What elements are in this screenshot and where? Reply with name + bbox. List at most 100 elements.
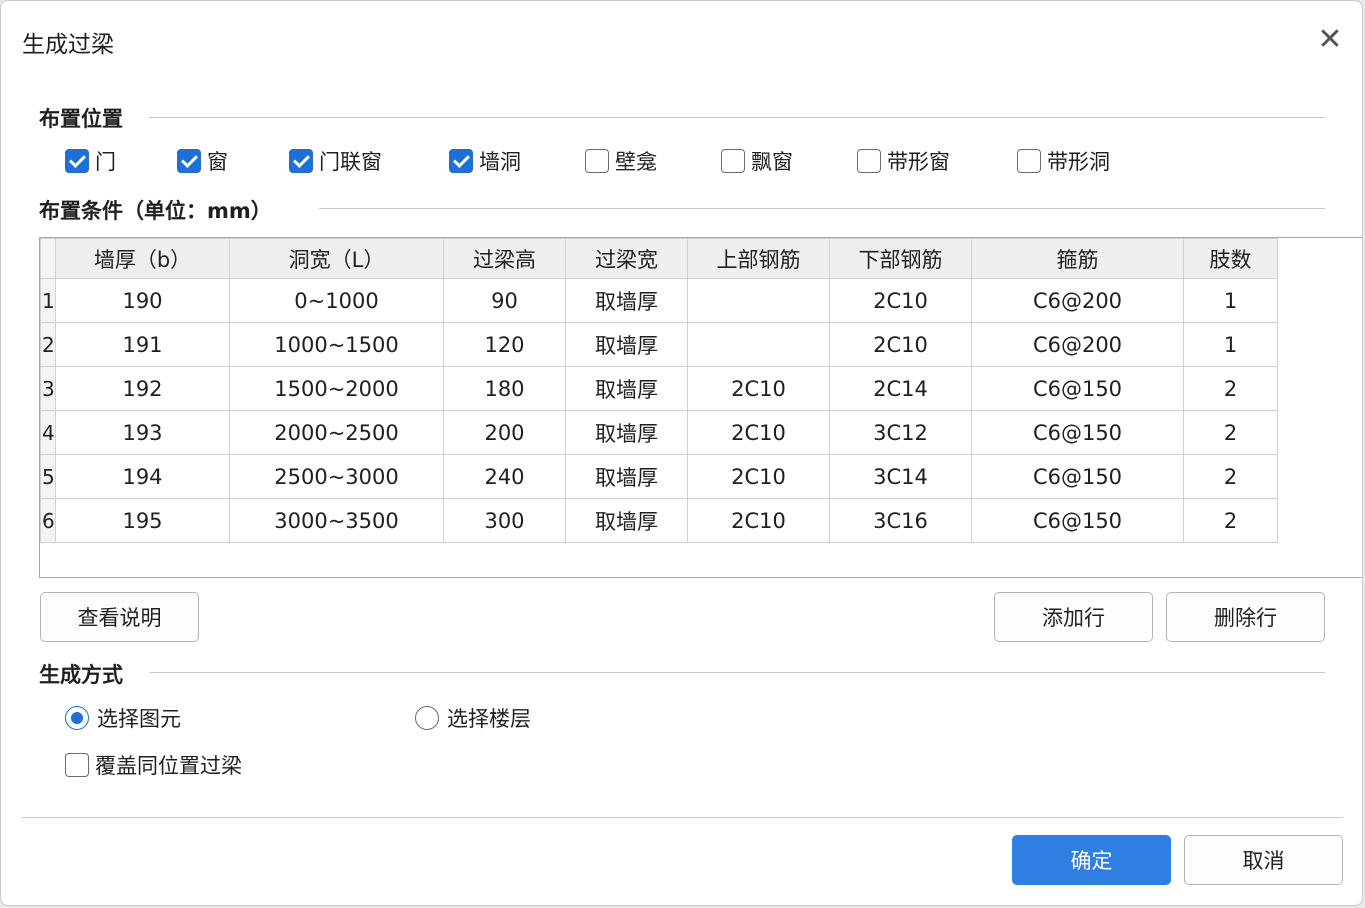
column-header[interactable]: 墙厚（b）: [55, 238, 230, 279]
checkbox-niche[interactable]: 壁龛: [585, 145, 657, 177]
table-cell[interactable]: C6@200: [971, 322, 1184, 367]
checkbox-door-window-box[interactable]: [289, 149, 313, 173]
checkbox-door[interactable]: 门: [65, 145, 116, 177]
table-cell[interactable]: 2C10: [829, 322, 972, 367]
dialog-title: 生成过梁: [22, 32, 114, 58]
column-header[interactable]: 过梁高: [443, 238, 566, 279]
table-cell[interactable]: 取墙厚: [565, 498, 688, 543]
table-cell[interactable]: 194: [55, 454, 230, 499]
add-row-button[interactable]: 添加行: [994, 592, 1153, 642]
table-cell[interactable]: 取墙厚: [565, 454, 688, 499]
table-cell[interactable]: 195: [55, 498, 230, 543]
checkbox-overwrite[interactable]: 覆盖同位置过梁: [65, 749, 242, 781]
close-icon[interactable]: ✕: [1313, 25, 1347, 59]
table-cell[interactable]: C6@200: [971, 278, 1184, 323]
checkbox-strip-opening-box[interactable]: [1017, 149, 1041, 173]
table-cell[interactable]: 取墙厚: [565, 322, 688, 367]
table-row[interactable]: 5 194 2500~3000 240 取墙厚 2C10 3C14 C6@150…: [40, 454, 1278, 499]
table-cell[interactable]: 3C16: [829, 498, 972, 543]
table-cell[interactable]: 2: [1183, 454, 1278, 499]
table-cell[interactable]: 3000~3500: [229, 498, 444, 543]
table-row[interactable]: 3 192 1500~2000 180 取墙厚 2C10 2C14 C6@150…: [40, 366, 1278, 411]
row-number[interactable]: 5: [40, 454, 56, 499]
table-cell[interactable]: 1500~2000: [229, 366, 444, 411]
checkbox-window-box[interactable]: [177, 149, 201, 173]
checkbox-bay-window-box[interactable]: [721, 149, 745, 173]
checkbox-wall-opening-box[interactable]: [449, 149, 473, 173]
conditions-table[interactable]: 墙厚（b） 洞宽（L） 过梁高 过梁宽 上部钢筋 下部钢筋 箍筋 肢数 1 19…: [39, 237, 1362, 578]
checkbox-door-window[interactable]: 门联窗: [289, 145, 382, 177]
table-cell[interactable]: 0~1000: [229, 278, 444, 323]
checkbox-window[interactable]: 窗: [177, 145, 228, 177]
row-number[interactable]: 2: [40, 322, 56, 367]
conditions-section-label: 布置条件（单位：mm）: [39, 199, 272, 223]
table-cell[interactable]: 190: [55, 278, 230, 323]
radio-select-floor[interactable]: 选择楼层: [415, 703, 531, 733]
row-number[interactable]: 1: [40, 278, 56, 323]
table-cell[interactable]: 取墙厚: [565, 278, 688, 323]
checkbox-strip-opening[interactable]: 带形洞: [1017, 145, 1110, 177]
placement-divider: [149, 117, 1325, 118]
table-cell[interactable]: 取墙厚: [565, 366, 688, 411]
checkbox-overwrite-box[interactable]: [65, 753, 89, 777]
table-cell[interactable]: 120: [443, 322, 566, 367]
table-cell[interactable]: 1: [1183, 322, 1278, 367]
table-cell[interactable]: C6@150: [971, 498, 1184, 543]
checkbox-wall-opening[interactable]: 墙洞: [449, 145, 521, 177]
table-cell[interactable]: 2C10: [687, 366, 830, 411]
radio-select-element[interactable]: 选择图元: [65, 703, 181, 733]
table-cell[interactable]: [687, 278, 830, 323]
table-cell[interactable]: 2: [1183, 410, 1278, 455]
table-cell[interactable]: 90: [443, 278, 566, 323]
table-cell[interactable]: 3C12: [829, 410, 972, 455]
table-cell[interactable]: 2500~3000: [229, 454, 444, 499]
table-cell[interactable]: 2C10: [687, 454, 830, 499]
checkbox-strip-window-box[interactable]: [857, 149, 881, 173]
row-number[interactable]: 4: [40, 410, 56, 455]
radio-select-element-dot[interactable]: [65, 706, 89, 730]
table-cell[interactable]: 2C10: [687, 410, 830, 455]
checkbox-strip-window[interactable]: 带形窗: [857, 145, 950, 177]
table-cell[interactable]: 2: [1183, 498, 1278, 543]
table-row[interactable]: 1 190 0~1000 90 取墙厚 2C10 C6@200 1: [40, 278, 1278, 323]
cancel-button[interactable]: 取消: [1184, 835, 1343, 885]
table-cell[interactable]: C6@150: [971, 410, 1184, 455]
delete-row-button[interactable]: 删除行: [1166, 592, 1325, 642]
table-cell[interactable]: 192: [55, 366, 230, 411]
table-row[interactable]: 2 191 1000~1500 120 取墙厚 2C10 C6@200 1: [40, 322, 1278, 367]
table-cell[interactable]: 180: [443, 366, 566, 411]
table-cell[interactable]: 3C14: [829, 454, 972, 499]
table-cell[interactable]: 2C14: [829, 366, 972, 411]
ok-button[interactable]: 确定: [1012, 835, 1171, 885]
table-cell[interactable]: C6@150: [971, 366, 1184, 411]
checkbox-niche-box[interactable]: [585, 149, 609, 173]
row-number[interactable]: 3: [40, 366, 56, 411]
table-cell[interactable]: 191: [55, 322, 230, 367]
row-number[interactable]: 6: [40, 498, 56, 543]
checkbox-bay-window[interactable]: 飘窗: [721, 145, 793, 177]
table-cell[interactable]: 2: [1183, 366, 1278, 411]
column-header[interactable]: 肢数: [1183, 238, 1278, 279]
table-cell[interactable]: 1000~1500: [229, 322, 444, 367]
table-cell[interactable]: 取墙厚: [565, 410, 688, 455]
table-cell[interactable]: 2C10: [687, 498, 830, 543]
table-cell[interactable]: 300: [443, 498, 566, 543]
column-header[interactable]: 下部钢筋: [829, 238, 972, 279]
view-help-button[interactable]: 查看说明: [40, 592, 199, 642]
table-row[interactable]: 4 193 2000~2500 200 取墙厚 2C10 3C12 C6@150…: [40, 410, 1278, 455]
column-header[interactable]: 上部钢筋: [687, 238, 830, 279]
table-cell[interactable]: 2C10: [829, 278, 972, 323]
table-cell[interactable]: 1: [1183, 278, 1278, 323]
radio-select-floor-dot[interactable]: [415, 706, 439, 730]
column-header[interactable]: 箍筋: [971, 238, 1184, 279]
table-cell[interactable]: 200: [443, 410, 566, 455]
column-header[interactable]: 洞宽（L）: [229, 238, 444, 279]
table-cell[interactable]: C6@150: [971, 454, 1184, 499]
column-header[interactable]: 过梁宽: [565, 238, 688, 279]
table-cell[interactable]: 2000~2500: [229, 410, 444, 455]
checkbox-door-box[interactable]: [65, 149, 89, 173]
table-cell[interactable]: 240: [443, 454, 566, 499]
table-cell[interactable]: 193: [55, 410, 230, 455]
table-cell[interactable]: [687, 322, 830, 367]
table-row[interactable]: 6 195 3000~3500 300 取墙厚 2C10 3C16 C6@150…: [40, 498, 1278, 543]
